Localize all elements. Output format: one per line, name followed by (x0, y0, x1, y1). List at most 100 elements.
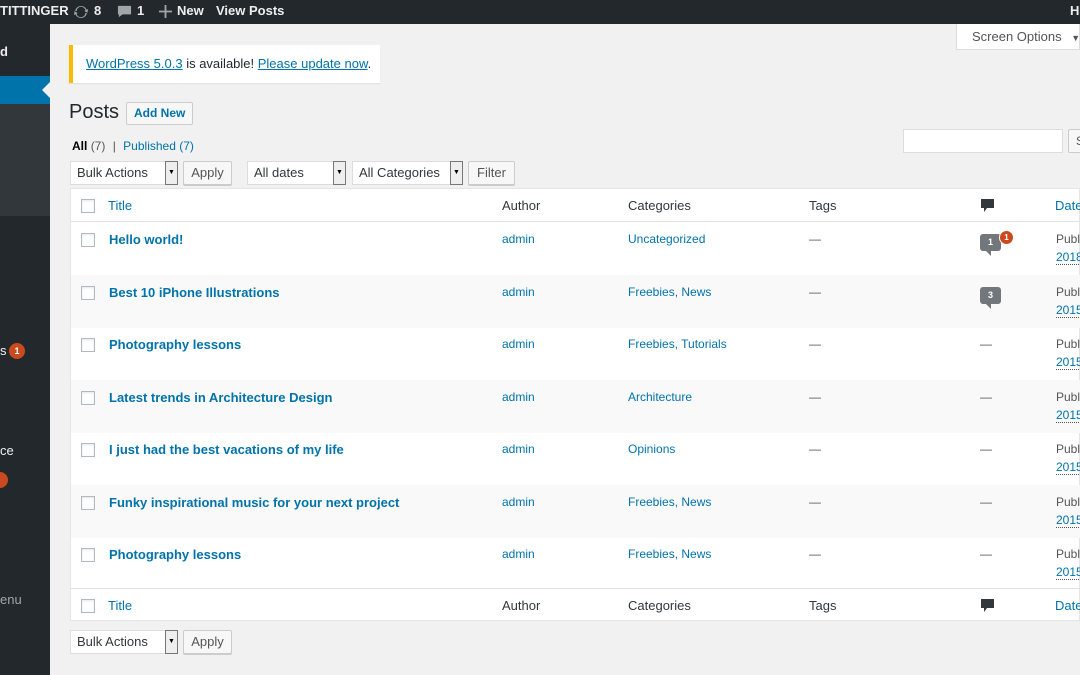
post-categories[interactable]: Freebies, News (628, 495, 711, 509)
view-published-label: Published (123, 139, 176, 153)
filter-button[interactable]: Filter (468, 161, 515, 185)
view-posts-link[interactable]: View Posts (216, 0, 284, 24)
site-name-link[interactable]: TITTINGER (0, 0, 69, 24)
table-row: I just had the best vacations of my life… (71, 432, 1080, 485)
post-categories[interactable]: Opinions (628, 442, 675, 456)
post-categories[interactable]: Freebies, News (628, 547, 711, 561)
search-input[interactable] (903, 129, 1063, 153)
row-checkbox[interactable] (81, 233, 95, 247)
comment-column-icon[interactable] (981, 199, 994, 216)
updates-count: 8 (94, 3, 102, 18)
post-title-link[interactable]: Photography lessons (109, 547, 241, 562)
column-tags-footer: Tags (809, 598, 837, 613)
post-status: Publ (1056, 337, 1080, 351)
search-posts-button[interactable]: S (1068, 129, 1080, 153)
select-arrow-icon: ▼ (333, 161, 346, 185)
post-author-link[interactable]: admin (502, 495, 535, 509)
apply-button-top[interactable]: Apply (183, 161, 232, 185)
comment-count-none: — (980, 389, 992, 404)
post-title-link[interactable]: Latest trends in Architecture Design (109, 390, 332, 405)
comments-link[interactable]: 1 (117, 0, 144, 24)
post-status: Publ (1056, 284, 1080, 299)
select-all-checkbox[interactable] (81, 199, 95, 213)
post-date-value: 2015 (1056, 302, 1080, 318)
notice-end: . (367, 56, 372, 71)
post-author-link[interactable]: admin (502, 442, 535, 456)
new-label: New (177, 3, 204, 18)
account-link[interactable]: H (1070, 0, 1079, 24)
column-title-sort[interactable]: Title (108, 198, 132, 213)
notice-text: is available! (182, 56, 258, 71)
update-now-link[interactable]: Please update now (258, 56, 368, 71)
post-categories[interactable]: Architecture (628, 390, 692, 404)
comment-count-bubble[interactable]: 3 (980, 286, 1001, 309)
post-status: Publ (1056, 389, 1080, 404)
post-status: Publ (1056, 232, 1080, 246)
post-title-link[interactable]: Hello world! (109, 232, 183, 247)
page-title: Posts (69, 101, 120, 123)
screen-options-toggle[interactable]: Screen Options ▼ (956, 24, 1080, 50)
post-author-link[interactable]: admin (502, 337, 535, 351)
sidebar-item-comments[interactable]: s (0, 343, 7, 358)
comment-column-icon-footer[interactable] (981, 599, 994, 616)
wordpress-version-link[interactable]: WordPress 5.0.3 (86, 56, 183, 71)
categories-filter-select[interactable]: All Categories ▼ (352, 161, 463, 185)
row-checkbox[interactable] (81, 548, 95, 562)
plus-icon (159, 0, 172, 22)
post-author-link[interactable]: admin (502, 232, 535, 246)
triangle-down-icon: ▼ (1071, 33, 1080, 43)
column-tags: Tags (809, 198, 837, 213)
post-author-link[interactable]: admin (502, 390, 535, 404)
bulk-actions-select-bottom[interactable]: Bulk Actions ▼ (70, 630, 178, 654)
comment-count-none: — (980, 547, 992, 561)
sidebar-item-dashboard[interactable]: d (0, 44, 8, 59)
new-content-link[interactable]: New (159, 0, 204, 24)
post-author-link[interactable]: admin (502, 285, 535, 299)
comment-icon (117, 0, 132, 22)
comments-badge: 1 (9, 343, 25, 359)
post-title-link[interactable]: Best 10 iPhone Illustrations (109, 285, 280, 300)
post-date-value: 2018 (1056, 250, 1080, 265)
sidebar-submenu (0, 104, 50, 216)
comment-count-none: — (980, 442, 992, 456)
post-title-link[interactable]: Funky inspirational music for your next … (109, 495, 399, 510)
post-tags: — (809, 547, 821, 561)
row-checkbox[interactable] (81, 495, 95, 510)
select-arrow-icon: ▼ (450, 161, 463, 185)
bulk-actions-select-top[interactable]: Bulk Actions ▼ (70, 161, 178, 185)
sidebar-item-appearance[interactable]: ce (0, 443, 14, 458)
column-author-footer: Author (502, 598, 541, 613)
row-checkbox[interactable] (81, 443, 95, 457)
apply-button-bottom[interactable]: Apply (183, 630, 232, 654)
post-categories[interactable]: Uncategorized (628, 232, 705, 246)
post-date-value: 2015 (1056, 407, 1080, 423)
comment-count-bubble[interactable]: 1 (980, 234, 1001, 256)
column-categories: Categories (628, 198, 691, 213)
row-checkbox[interactable] (81, 390, 95, 405)
column-date-sort[interactable]: Date (1055, 198, 1080, 213)
dates-filter-select[interactable]: All dates ▼ (247, 161, 346, 185)
post-tags: — (809, 442, 821, 456)
view-all-link[interactable]: All (7) (72, 139, 105, 153)
post-categories[interactable]: Freebies, News (628, 285, 711, 299)
comment-count-none: — (980, 494, 992, 509)
row-checkbox[interactable] (81, 285, 95, 300)
post-title-link[interactable]: Photography lessons (109, 337, 241, 352)
column-date-sort-footer[interactable]: Date (1055, 598, 1080, 613)
post-tags: — (809, 494, 821, 509)
post-title-link[interactable]: I just had the best vacations of my life (109, 442, 344, 457)
updates-link[interactable]: 8 (73, 0, 101, 24)
pending-comment-badge[interactable]: 1 (999, 230, 1014, 245)
post-date: Publ 2015 (1056, 335, 1080, 371)
post-categories[interactable]: Freebies, Tutorials (628, 337, 727, 351)
select-all-checkbox-footer[interactable] (81, 599, 95, 613)
post-status: Publ (1056, 442, 1080, 456)
row-checkbox[interactable] (81, 338, 95, 352)
column-title-sort-footer[interactable]: Title (108, 598, 132, 613)
collapse-menu[interactable]: enu (0, 592, 22, 607)
post-author-link[interactable]: admin (502, 547, 535, 561)
add-new-button[interactable]: Add New (126, 102, 194, 125)
post-date-value: 2015 (1056, 512, 1080, 528)
table-row: Hello world! admin Uncategorized — 1 1 Publ 201… (71, 222, 1080, 275)
view-published-link[interactable]: Published (7) (123, 139, 194, 153)
